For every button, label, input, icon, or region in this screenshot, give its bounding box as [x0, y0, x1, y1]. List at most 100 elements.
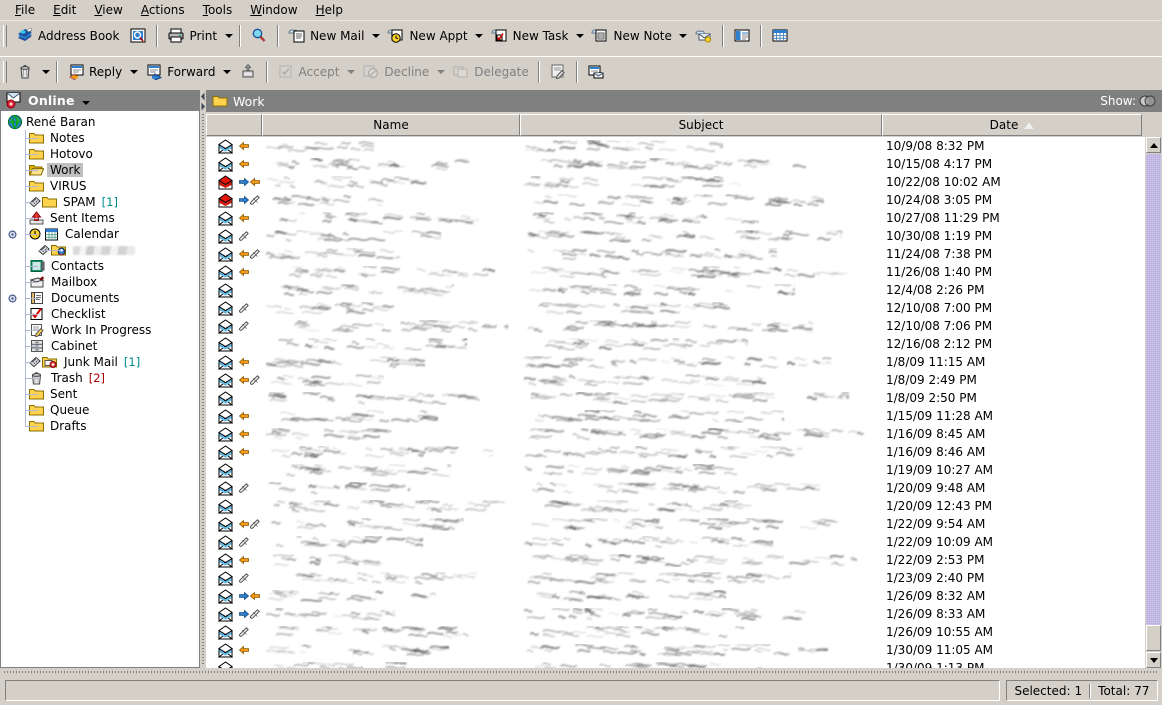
- message-row[interactable]: 1/19/09 10:27 AM: [206, 461, 1162, 479]
- forward-button[interactable]: Forward: [140, 59, 220, 85]
- new-task-dropdown-arrow[interactable]: [573, 25, 586, 47]
- message-row[interactable]: 1/23/09 2:40 PM: [206, 569, 1162, 587]
- menu-view[interactable]: View: [85, 1, 131, 20]
- horizontal-splitter[interactable]: [0, 668, 1162, 676]
- message-row[interactable]: 1/22/09 9:54 AM: [206, 515, 1162, 533]
- reply-dropdown-arrow[interactable]: [127, 61, 140, 83]
- message-row[interactable]: 1/16/09 8:45 AM: [206, 425, 1162, 443]
- message-row[interactable]: 1/20/09 12:43 PM: [206, 497, 1162, 515]
- message-row[interactable]: 1/8/09 2:50 PM: [206, 389, 1162, 407]
- column-header-icon[interactable]: [206, 114, 262, 136]
- sidebar-item-checklist[interactable]: Checklist: [1, 306, 199, 322]
- message-row[interactable]: 1/22/09 10:09 AM: [206, 533, 1162, 551]
- new-note-button[interactable]: New Note: [586, 23, 676, 49]
- new-appt-button[interactable]: New Appt: [382, 23, 472, 49]
- scroll-up-button[interactable]: [1146, 137, 1161, 153]
- sidebar-item-calendar[interactable]: Calendar: [1, 226, 199, 242]
- message-row[interactable]: 1/20/09 9:48 AM: [206, 479, 1162, 497]
- menu-actions[interactable]: Actions: [132, 1, 194, 20]
- show-filter-icon[interactable]: [1138, 93, 1156, 109]
- chevron-down-icon[interactable]: [81, 100, 90, 105]
- toolbar-grip[interactable]: [3, 24, 7, 47]
- column-header-subject[interactable]: Subject: [520, 114, 882, 136]
- decline-button[interactable]: Decline: [357, 59, 434, 85]
- message-row[interactable]: 12/10/08 7:00 PM: [206, 299, 1162, 317]
- new-mail-dropdown-arrow[interactable]: [369, 25, 382, 47]
- accept-button[interactable]: Accept: [272, 59, 345, 85]
- menu-window[interactable]: Window: [241, 1, 306, 20]
- delete-dropdown-arrow[interactable]: [39, 61, 52, 83]
- reply-button[interactable]: Reply: [62, 59, 127, 85]
- find-button[interactable]: [245, 23, 273, 49]
- menu-tools[interactable]: Tools: [194, 1, 242, 20]
- message-row[interactable]: 10/9/08 8:32 PM: [206, 137, 1162, 155]
- message-list[interactable]: 10/9/08 8:32 PM 10/15/08 4:17 PM 10/22/08 …: [206, 137, 1162, 668]
- scroll-down-button[interactable]: [1146, 652, 1161, 668]
- new-task-button[interactable]: New Task: [486, 23, 574, 49]
- message-row[interactable]: 1/8/09 2:49 PM: [206, 371, 1162, 389]
- message-row[interactable]: 10/27/08 11:29 PM: [206, 209, 1162, 227]
- column-header-name[interactable]: Name: [262, 114, 520, 136]
- message-row[interactable]: 1/26/09 8:32 AM: [206, 587, 1162, 605]
- message-row[interactable]: 10/15/08 4:17 PM: [206, 155, 1162, 173]
- print-button[interactable]: Print: [162, 23, 222, 49]
- accept-dropdown-arrow[interactable]: [344, 61, 357, 83]
- sidebar-item-work[interactable]: Work: [1, 162, 199, 178]
- message-row[interactable]: 1/26/09 10:55 AM: [206, 623, 1162, 641]
- message-row[interactable]: 10/24/08 3:05 PM: [206, 191, 1162, 209]
- message-row[interactable]: 1/8/09 11:15 AM: [206, 353, 1162, 371]
- decline-dropdown-arrow[interactable]: [434, 61, 447, 83]
- print-dropdown-arrow[interactable]: [222, 25, 235, 47]
- sidebar-item-cabinet[interactable]: Cabinet: [1, 338, 199, 354]
- new-appt-dropdown-arrow[interactable]: [473, 25, 486, 47]
- message-row[interactable]: 1/26/09 8:33 AM: [206, 605, 1162, 623]
- scrollbar-trough[interactable]: [1146, 154, 1161, 651]
- new-mail-button[interactable]: New Mail: [283, 23, 369, 49]
- new-phone-message-button[interactable]: [690, 23, 718, 49]
- show-filter[interactable]: Show:: [1100, 93, 1162, 109]
- toolbar-grip-2[interactable]: [3, 60, 7, 83]
- tree-expander-icon[interactable]: [7, 294, 18, 303]
- sidebar-item-queue[interactable]: Queue: [1, 402, 199, 418]
- list-vertical-scrollbar[interactable]: [1145, 137, 1162, 668]
- address-book-button[interactable]: Address Book: [11, 23, 124, 49]
- sidebar-item-trash[interactable]: Trash [2]: [1, 370, 199, 386]
- menu-edit[interactable]: Edit: [44, 1, 85, 20]
- sidebar-item-hotovo[interactable]: Hotovo: [1, 146, 199, 162]
- calendar-view-button[interactable]: [766, 23, 794, 49]
- preview-pane-button[interactable]: [728, 23, 756, 49]
- sidebar-item-redacted-calendar[interactable]: [1, 242, 199, 258]
- message-row[interactable]: 1/30/09 11:05 AM: [206, 641, 1162, 659]
- sidebar-item-virus[interactable]: VIRUS: [1, 178, 199, 194]
- message-row[interactable]: 11/24/08 7:38 PM: [206, 245, 1162, 263]
- column-header-date[interactable]: Date: [882, 114, 1142, 136]
- sidebar-item-documents[interactable]: Documents: [1, 290, 199, 306]
- sidebar-item-notes[interactable]: Notes: [1, 130, 199, 146]
- message-row[interactable]: 1/16/09 8:46 AM: [206, 443, 1162, 461]
- tree-expander-icon[interactable]: [7, 230, 18, 239]
- sidebar-item-spam[interactable]: SPAM [1]: [1, 194, 199, 210]
- sidebar-item-mailbox[interactable]: Mailbox: [1, 274, 199, 290]
- sidebar-item-work-in-progress[interactable]: Work In Progress: [1, 322, 199, 338]
- sidebar-header[interactable]: Online: [0, 90, 200, 111]
- menu-file[interactable]: File: [6, 1, 44, 20]
- sidebar-item-drafts[interactable]: Drafts: [1, 418, 199, 434]
- edit-item-button[interactable]: [544, 59, 572, 85]
- message-row[interactable]: 12/16/08 2:12 PM: [206, 335, 1162, 353]
- message-row[interactable]: 12/4/08 2:26 PM: [206, 281, 1162, 299]
- message-row[interactable]: 1/30/09 1:13 PM: [206, 659, 1162, 668]
- find-address-button[interactable]: [124, 23, 152, 49]
- message-row[interactable]: 1/15/09 11:28 AM: [206, 407, 1162, 425]
- new-note-dropdown-arrow[interactable]: [677, 25, 690, 47]
- message-row[interactable]: 12/10/08 7:06 PM: [206, 317, 1162, 335]
- folder-tree-panel[interactable]: René Baran Notes Hotovo Work VIRUS SPAM [1] Se…: [0, 111, 200, 668]
- message-row[interactable]: 11/26/08 1:40 PM: [206, 263, 1162, 281]
- sidebar-item-junk-mail[interactable]: Junk Mail [1]: [1, 354, 199, 370]
- scrollbar-thumb[interactable]: [1146, 625, 1161, 651]
- forward-dropdown-arrow[interactable]: [221, 61, 234, 83]
- mark-read-button[interactable]: [582, 59, 610, 85]
- message-row[interactable]: 10/22/08 10:02 AM: [206, 173, 1162, 191]
- delegate-button[interactable]: Delegate: [447, 59, 533, 85]
- message-row[interactable]: 1/22/09 2:53 PM: [206, 551, 1162, 569]
- tree-root-account[interactable]: René Baran: [1, 114, 199, 130]
